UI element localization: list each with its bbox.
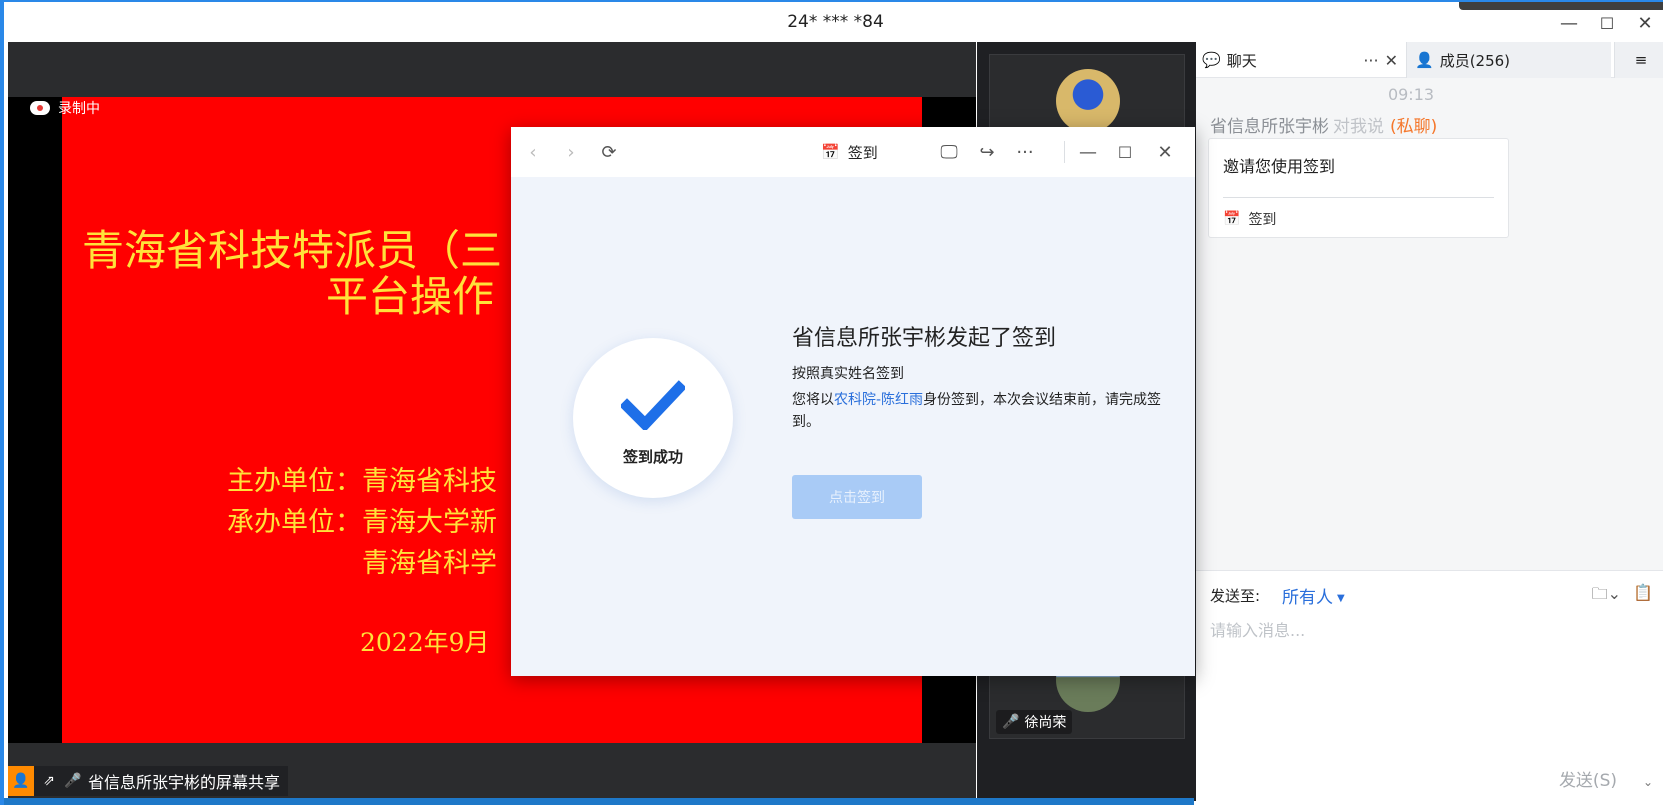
maximize-icon[interactable]: ☐: [1111, 139, 1139, 165]
cloud-record-icon: [30, 101, 50, 115]
members-icon: 👤: [1415, 51, 1434, 69]
maximize-button[interactable]: ☐: [1592, 10, 1622, 36]
mic-muted-icon: 🎤: [1002, 714, 1020, 730]
folder-icon[interactable]: 🗀⌄: [1592, 583, 1621, 610]
minimize-icon[interactable]: —: [1074, 139, 1102, 165]
toolbar-divider: [1064, 141, 1065, 163]
card-divider: [1223, 197, 1494, 198]
compose-area: 发送至: 所有人 ▼ 🗀⌄ 📋 请输入消息... 发送(S) ⌄: [1196, 570, 1663, 805]
slide-organizer: 主办单位：青海省科技: [227, 466, 497, 497]
user-icon[interactable]: 👤: [8, 766, 34, 796]
window-title: 24* *** *84: [787, 12, 884, 32]
close-icon[interactable]: ✕: [1385, 51, 1398, 70]
signin-invite-card[interactable]: 邀请您使用签到 📅 签到: [1208, 138, 1509, 238]
meeting-app: 24* *** *84 — ☐ ✕ 青海省科技特派员（三 平台操作 主办单位：青…: [0, 0, 1663, 805]
calendar-check-icon: 📅: [1223, 211, 1241, 227]
forward-icon[interactable]: ›: [557, 139, 585, 165]
slide-title-line2: 平台操作: [326, 272, 495, 321]
slide-co-organizer: 承办单位：青海大学新: [227, 507, 497, 538]
tab-members[interactable]: 👤 成员(256): [1406, 42, 1611, 78]
card-action-label: 签到: [1248, 212, 1277, 228]
sender-name: 省信息所张宇彬: [1210, 117, 1329, 137]
checkmark-icon: [621, 380, 685, 430]
recording-indicator: 录制中: [30, 98, 100, 118]
signin-dialog: ‹ › ⟳ 📅 签到 🖵 ↪ ··· — ☐ ✕ 签到成功 省信息所张宇彬发起了…: [511, 127, 1195, 676]
share-status-bar: 👤 ⇗ 🎤 省信息所张宇彬的屏幕共享: [8, 766, 289, 796]
recipient-value: 所有人: [1282, 588, 1333, 608]
dialog-title: 📅 签到: [821, 139, 878, 165]
identity-name: 农科院-陈红雨: [834, 392, 924, 408]
caret-down-icon: ▼: [1337, 592, 1345, 604]
avatar: [1056, 69, 1120, 133]
close-button[interactable]: ✕: [1630, 10, 1660, 36]
private-badge: (私聊): [1390, 117, 1438, 137]
tab-chat-label: 聊天: [1226, 51, 1257, 70]
announcement-icon[interactable]: 📋: [1633, 583, 1653, 610]
send-to-label: 发送至:: [1210, 587, 1261, 605]
signin-heading: 省信息所张宇彬发起了签到: [792, 326, 1057, 351]
recipient-select[interactable]: 所有人 ▼: [1282, 583, 1345, 608]
signin-status-label: 签到成功: [622, 448, 683, 466]
compose-tools: 🗀⌄ 📋: [1592, 583, 1653, 610]
signin-button[interactable]: 点击签到: [792, 475, 922, 519]
participant-name-tag: 🎤 徐尚荣: [996, 710, 1073, 734]
signin-identity-text: 您将以农科院-陈红雨身份签到，本次会议结束前，请完成签到。: [792, 389, 1162, 433]
chat-icon: 💬: [1202, 51, 1221, 69]
card-message: 邀请您使用签到: [1223, 157, 1336, 176]
forward-share-icon[interactable]: ↪: [973, 139, 1001, 165]
minimize-button[interactable]: —: [1554, 10, 1584, 36]
slide-date: 2022年9月: [360, 628, 490, 657]
dialog-title-label: 签到: [847, 143, 878, 162]
screen-share-icon: ⇗: [43, 773, 55, 789]
mic-muted-icon: 🎤: [64, 773, 82, 789]
calendar-check-icon: 📅: [821, 143, 840, 161]
chat-panel: 💬 聊天 ··· ✕ 👤 成员(256) ≡ 09:13 省信息所张宇彬 对我说 (…: [1196, 42, 1663, 805]
message-time: 09:13: [1387, 85, 1435, 104]
participant-tile[interactable]: [989, 54, 1185, 133]
to-me-label: 对我说: [1333, 117, 1384, 137]
message-sender-line: 省信息所张宇彬 对我说 (私聊): [1210, 112, 1437, 137]
tab-chat[interactable]: 💬 聊天 ··· ✕: [1202, 42, 1398, 78]
signin-success-badge: 签到成功: [573, 338, 733, 498]
message-input[interactable]: 请输入消息...: [1210, 617, 1305, 641]
identity-prefix: 您将以: [792, 392, 834, 408]
chevron-down-icon[interactable]: ⌄: [1643, 775, 1653, 789]
title-bar: 24* *** *84 — ☐ ✕: [4, 0, 1663, 42]
taskbar-strip: [4, 798, 1194, 805]
signin-rule: 按照真实姓名签到: [792, 366, 904, 382]
more-icon[interactable]: ···: [1363, 51, 1378, 70]
presenter-label: 省信息所张宇彬的屏幕共享: [88, 773, 281, 792]
send-button[interactable]: 发送(S): [1559, 766, 1617, 791]
refresh-icon[interactable]: ⟳: [595, 139, 623, 165]
share-screen-icon[interactable]: 🖵: [935, 139, 963, 165]
dialog-toolbar: ‹ › ⟳ 📅 签到 🖵 ↪ ··· — ☐ ✕: [511, 127, 1195, 177]
chat-tabs: 💬 聊天 ··· ✕ 👤 成员(256) ≡: [1196, 42, 1663, 78]
close-icon[interactable]: ✕: [1151, 139, 1179, 165]
tab-members-label: 成员(256): [1439, 51, 1511, 70]
top-handle: [1459, 2, 1663, 10]
participant-name: 徐尚荣: [1024, 715, 1067, 731]
recording-label: 录制中: [58, 101, 100, 117]
card-signin-action[interactable]: 📅 签到: [1223, 209, 1276, 229]
menu-icon[interactable]: ≡: [1614, 42, 1663, 78]
slide-co-organizer-2: 青海省科学: [362, 548, 497, 579]
back-icon[interactable]: ‹: [519, 139, 547, 165]
more-icon[interactable]: ···: [1011, 139, 1039, 165]
